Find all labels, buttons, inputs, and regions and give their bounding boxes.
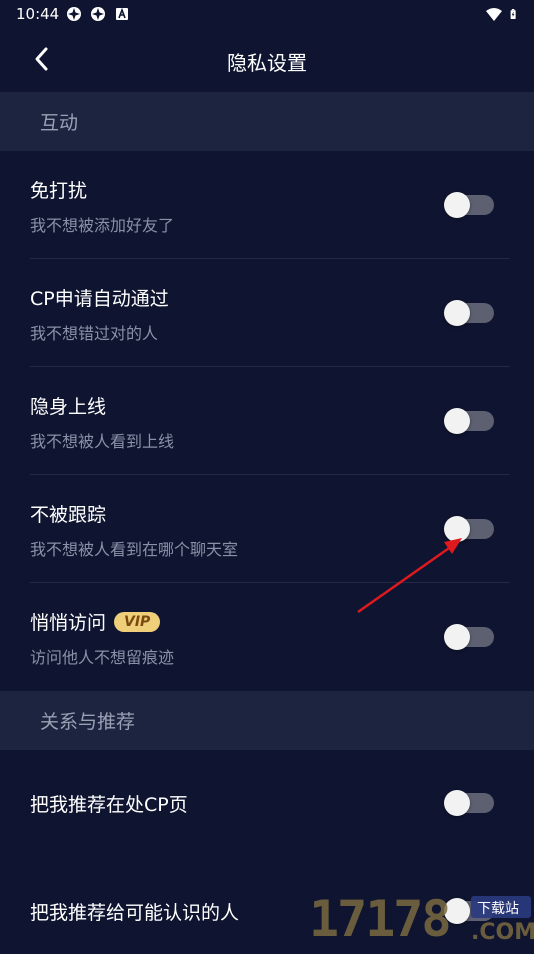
app-header: 隐私设置 (0, 30, 534, 92)
watermark: 17178 下载站 .COM (309, 888, 534, 950)
setting-item-cp-auto-approve: CP申请自动通过 我不想错过对的人 (30, 259, 510, 367)
do-not-disturb-toggle[interactable] (446, 195, 494, 215)
item-title: 不被跟踪 (30, 500, 106, 527)
setting-item-no-tracking: 不被跟踪 我不想被人看到在哪个聊天室 (30, 475, 510, 583)
item-title: CP申请自动通过 (30, 284, 169, 311)
item-title: 把我推荐给可能认识的人 (30, 898, 239, 925)
status-time: 10:44 (16, 5, 59, 23)
section-header-relationship: 关系与推荐 (0, 691, 534, 750)
status-bar: 10:44 (0, 0, 534, 30)
wifi-icon (486, 6, 502, 22)
recommend-cp-page-toggle[interactable] (446, 793, 494, 813)
quiet-visit-toggle[interactable] (446, 627, 494, 647)
setting-item-do-not-disturb: 免打扰 我不想被添加好友了 (30, 151, 510, 259)
item-title: 悄悄访问 VIP (30, 608, 160, 635)
setting-item-quiet-visit: 悄悄访问 VIP 访问他人不想留痕迹 (30, 583, 510, 691)
item-subtitle: 我不想被添加好友了 (30, 212, 174, 236)
watermark-suffix: .COM (471, 920, 534, 945)
watermark-badge: 下载站 (477, 898, 519, 918)
battery-icon (510, 6, 520, 22)
item-subtitle: 我不想被人看到上线 (30, 428, 174, 452)
cp-auto-approve-toggle[interactable] (446, 303, 494, 323)
setting-item-invisible-online: 隐身上线 我不想被人看到上线 (30, 367, 510, 475)
notification-a-icon (114, 6, 130, 22)
app-icon (90, 6, 106, 22)
item-title: 隐身上线 (30, 392, 106, 419)
item-title: 免打扰 (30, 176, 87, 203)
item-subtitle: 访问他人不想留痕迹 (30, 644, 174, 668)
app-icon (66, 6, 82, 22)
watermark-text: 17178 (309, 890, 450, 948)
section-header-interaction: 互动 (0, 92, 534, 151)
invisible-online-toggle[interactable] (446, 411, 494, 431)
page-title: 隐私设置 (0, 47, 534, 76)
item-subtitle: 我不想错过对的人 (30, 320, 158, 344)
item-title: 把我推荐在处CP页 (30, 790, 188, 817)
setting-item-recommend-cp-page: 把我推荐在处CP页 (30, 750, 510, 858)
no-tracking-toggle[interactable] (446, 519, 494, 539)
vip-badge: VIP (114, 612, 160, 632)
item-subtitle: 我不想被人看到在哪个聊天室 (30, 536, 238, 560)
